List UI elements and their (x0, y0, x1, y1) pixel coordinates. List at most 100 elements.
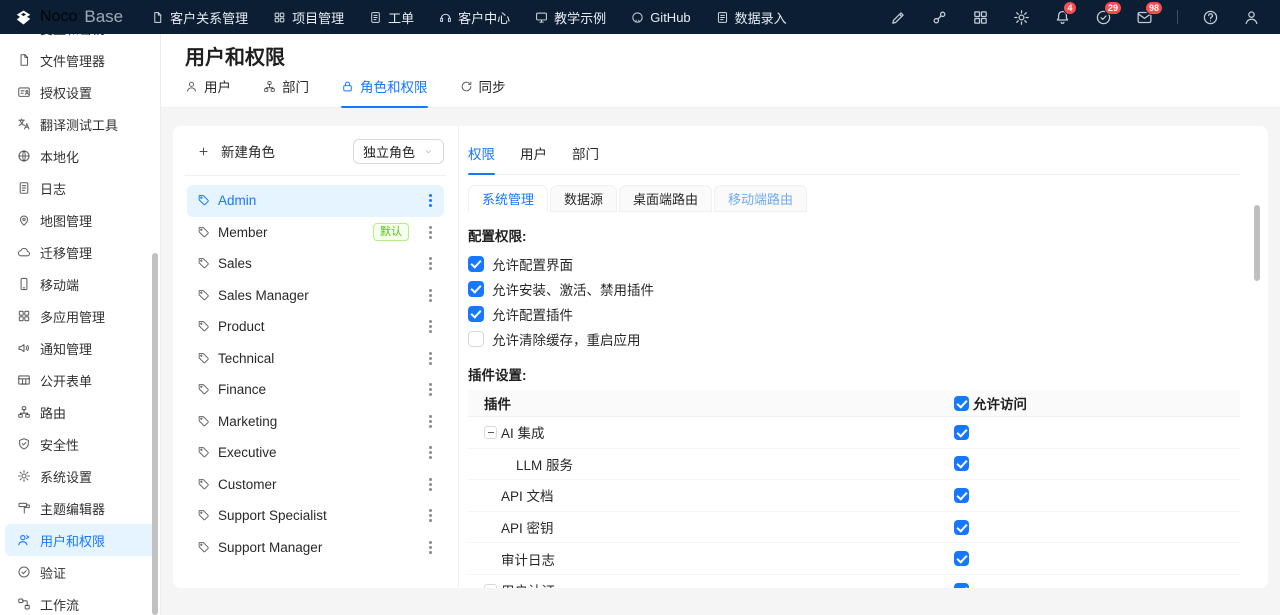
role-item-admin[interactable]: Admin (187, 185, 444, 217)
sidebar-item-localization[interactable]: 本地化 (5, 140, 155, 172)
plugin-access-checkbox[interactable] (954, 520, 969, 535)
sidebar-item-map-manager[interactable]: 地图管理 (5, 204, 155, 236)
collapse-icon[interactable] (484, 584, 497, 588)
checkbox-allow-config-ui[interactable] (468, 256, 484, 272)
detail-tab-permissions[interactable]: 权限 (468, 136, 495, 174)
plugin-settings-title: 插件设置: (468, 364, 1240, 384)
sidebar-item-license-settings[interactable]: 授权设置 (5, 76, 155, 108)
plugin-access-checkbox[interactable] (954, 583, 969, 588)
sidebar-item-theme-editor[interactable]: 主题编辑器 (5, 492, 155, 524)
new-role-label: 新建角色 (221, 141, 275, 161)
plugin-access-checkbox[interactable] (954, 551, 969, 566)
sidebar-item-notification-manager[interactable]: 通知管理 (5, 332, 155, 364)
role-more-menu[interactable] (429, 294, 432, 297)
sidebar-item-multi-app-manager[interactable]: 多应用管理 (5, 300, 155, 332)
tab-sync[interactable]: 同步 (460, 76, 506, 107)
role-more-menu[interactable] (429, 546, 432, 549)
role-item-product[interactable]: Product (187, 311, 444, 343)
topbar-menu-github[interactable]: GitHub (631, 10, 690, 25)
api-button[interactable] (931, 9, 948, 26)
detail-tab-departments[interactable]: 部门 (572, 136, 599, 174)
role-item-member[interactable]: Member默认 (187, 217, 444, 249)
megaphone-icon (17, 341, 31, 355)
checkbox-allow-config-plugins[interactable] (468, 306, 484, 322)
key-icon (17, 34, 31, 35)
subtab-data-sources[interactable]: 数据源 (550, 185, 617, 212)
sidebar-item-logs[interactable]: 日志 (5, 172, 155, 204)
async-tasks-button[interactable]: 29 (1095, 9, 1112, 26)
detail-tab-label: 权限 (468, 147, 495, 162)
checkbox-allow-clear-cache[interactable] (468, 331, 484, 347)
sidebar-item-users-permissions[interactable]: 用户和权限 (5, 524, 155, 556)
topbar-menu-crm[interactable]: 客户关系管理 (151, 8, 248, 27)
highlighter-button[interactable] (890, 9, 907, 26)
role-more-menu[interactable] (429, 357, 432, 360)
role-item-customer[interactable]: Customer (187, 469, 444, 501)
sidebar-item-public-forms[interactable]: 公开表单 (5, 364, 155, 396)
role-item-sales-manager[interactable]: Sales Manager (187, 280, 444, 312)
subtab-system-management[interactable]: 系统管理 (468, 185, 548, 212)
role-more-menu[interactable] (429, 199, 432, 202)
sidebar-item-file-manager[interactable]: 文件管理器 (5, 44, 155, 76)
sidebar-item-verification[interactable]: 验证 (5, 556, 155, 588)
sidebar-item-translation-tool[interactable]: 翻译测试工具 (5, 108, 155, 140)
role-more-menu[interactable] (429, 231, 432, 234)
sidebar-scrollbar[interactable] (152, 253, 158, 615)
topbar-menu-tutorials[interactable]: 教学示例 (535, 8, 606, 27)
role-item-support-manager[interactable]: Support Manager (187, 532, 444, 564)
allow-access-all-checkbox[interactable] (954, 396, 969, 411)
user-menu-button[interactable] (1243, 9, 1260, 26)
sidebar-item-routes[interactable]: 路由 (5, 396, 155, 428)
checkbox-allow-install-plugins[interactable] (468, 281, 484, 297)
topbar-menu-data-entry[interactable]: 数据录入 (716, 8, 787, 27)
role-more-menu[interactable] (429, 388, 432, 391)
plugin-access-checkbox[interactable] (954, 425, 969, 440)
file-icon (17, 53, 31, 67)
role-more-menu[interactable] (429, 451, 432, 454)
messages-button[interactable]: 98 (1136, 9, 1153, 26)
role-more-menu[interactable] (429, 262, 432, 265)
brand-name-bold: Noco (40, 8, 77, 26)
notifications-button[interactable]: 4 (1054, 9, 1071, 26)
role-more-menu[interactable] (429, 483, 432, 486)
topbar-menu-customer-center[interactable]: 客户中心 (439, 8, 510, 27)
plugin-access-checkbox[interactable] (954, 456, 969, 471)
role-item-technical[interactable]: Technical (187, 343, 444, 375)
role-item-finance[interactable]: Finance (187, 374, 444, 406)
settings-button[interactable] (1013, 9, 1030, 26)
tab-roles-permissions[interactable]: 角色和权限 (341, 76, 428, 107)
map-pin-icon (17, 213, 31, 227)
role-item-support-specialist[interactable]: Support Specialist (187, 500, 444, 532)
sidebar-item-system-settings[interactable]: 系统设置 (5, 460, 155, 492)
config-checkbox-row: 允许安装、激活、禁用插件 (468, 276, 1240, 301)
checkbox-label: 允许清除缓存，重启应用 (492, 329, 641, 349)
paint-icon (17, 501, 31, 515)
nocobase-logo[interactable]: NocoBase (14, 7, 123, 27)
role-item-executive[interactable]: Executive (187, 437, 444, 469)
tab-users[interactable]: 用户 (185, 76, 231, 107)
role-item-sales[interactable]: Sales (187, 248, 444, 280)
role-more-menu[interactable] (429, 325, 432, 328)
topbar-menu-projects[interactable]: 项目管理 (273, 8, 344, 27)
detail-panel-scrollbar[interactable] (1254, 205, 1260, 281)
page-title: 用户和权限 (185, 45, 1256, 71)
detail-tab-users[interactable]: 用户 (520, 136, 547, 174)
role-item-marketing[interactable]: Marketing (187, 406, 444, 438)
new-role-button[interactable]: 新建角色 (187, 141, 275, 161)
plugin-access-checkbox[interactable] (954, 488, 969, 503)
topbar-menu-tickets[interactable]: 工单 (369, 8, 414, 27)
subtab-desktop-routes[interactable]: 桌面端路由 (619, 185, 712, 212)
role-type-select[interactable]: 独立角色 (353, 139, 444, 164)
sidebar-item-mobile[interactable]: 移动端 (5, 268, 155, 300)
sidebar-item-workflow[interactable]: 工作流 (5, 588, 155, 615)
collapse-icon[interactable] (484, 426, 497, 439)
help-button[interactable] (1202, 9, 1219, 26)
sidebar-item-security[interactable]: 安全性 (5, 428, 155, 460)
role-more-menu[interactable] (429, 420, 432, 423)
sidebar-item-migration-manager[interactable]: 迁移管理 (5, 236, 155, 268)
role-more-menu[interactable] (429, 514, 432, 517)
sidebar-item-variables-secrets[interactable]: 变量和密钥 (5, 34, 155, 44)
apps-button[interactable] (972, 9, 989, 26)
subtab-mobile-routes[interactable]: 移动端路由 (714, 185, 807, 212)
tab-departments[interactable]: 部门 (263, 76, 309, 107)
